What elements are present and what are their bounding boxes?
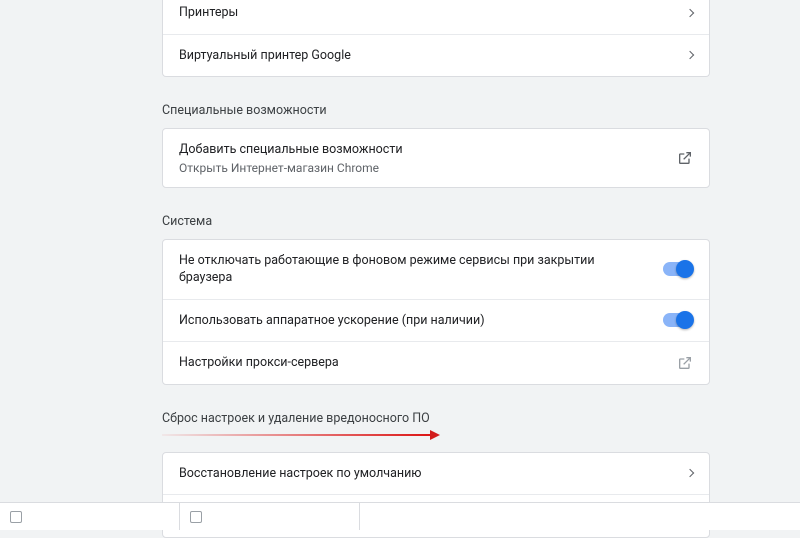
background-apps-label: Не отключать работающие в фоновом режиме… [179, 252, 619, 287]
add-accessibility-sub: Открыть Интернет-магазин Chrome [179, 161, 403, 175]
printing-card: Принтеры Виртуальный принтер Google [162, 0, 710, 77]
background-apps-toggle[interactable] [663, 262, 693, 276]
annotation-arrow [162, 430, 710, 444]
bottom-tab-bar [0, 502, 800, 530]
background-apps-row[interactable]: Не отключать работающие в фоновом режиме… [163, 240, 709, 300]
file-icon [10, 511, 22, 523]
accessibility-text-block: Добавить специальные возможности Открыть… [179, 141, 403, 175]
external-link-icon [677, 150, 693, 166]
hw-accel-label: Использовать аппаратное ускорение (при н… [179, 312, 485, 330]
external-link-icon [677, 355, 693, 371]
add-accessibility-row[interactable]: Добавить специальные возможности Открыть… [163, 129, 709, 187]
accessibility-section-title: Специальные возможности [162, 97, 710, 128]
restore-defaults-row[interactable]: Восстановление настроек по умолчанию [163, 453, 709, 496]
restore-defaults-label: Восстановление настроек по умолчанию [179, 465, 422, 483]
chevron-right-icon [686, 51, 694, 59]
accessibility-card: Добавить специальные возможности Открыть… [162, 128, 710, 188]
proxy-row[interactable]: Настройки прокси-сервера [163, 342, 709, 384]
printers-label: Принтеры [179, 4, 238, 22]
cloud-print-row[interactable]: Виртуальный принтер Google [163, 35, 709, 77]
chevron-right-icon [686, 469, 694, 477]
system-section-title: Система [162, 208, 710, 239]
printers-row[interactable]: Принтеры [163, 0, 709, 35]
chevron-right-icon [686, 9, 694, 17]
proxy-label: Настройки прокси-сервера [179, 354, 339, 372]
system-card: Не отключать работающие в фоновом режиме… [162, 239, 710, 385]
file-icon [190, 511, 202, 523]
hw-accel-toggle[interactable] [663, 313, 693, 327]
hw-accel-row[interactable]: Использовать аппаратное ускорение (при н… [163, 300, 709, 343]
bottom-tab-2[interactable] [180, 503, 360, 530]
bottom-tab-1[interactable] [0, 503, 180, 530]
cloud-print-label: Виртуальный принтер Google [179, 47, 351, 65]
reset-section-title: Сброс настроек и удаление вредоносного П… [162, 405, 710, 430]
add-accessibility-label: Добавить специальные возможности [179, 141, 403, 159]
